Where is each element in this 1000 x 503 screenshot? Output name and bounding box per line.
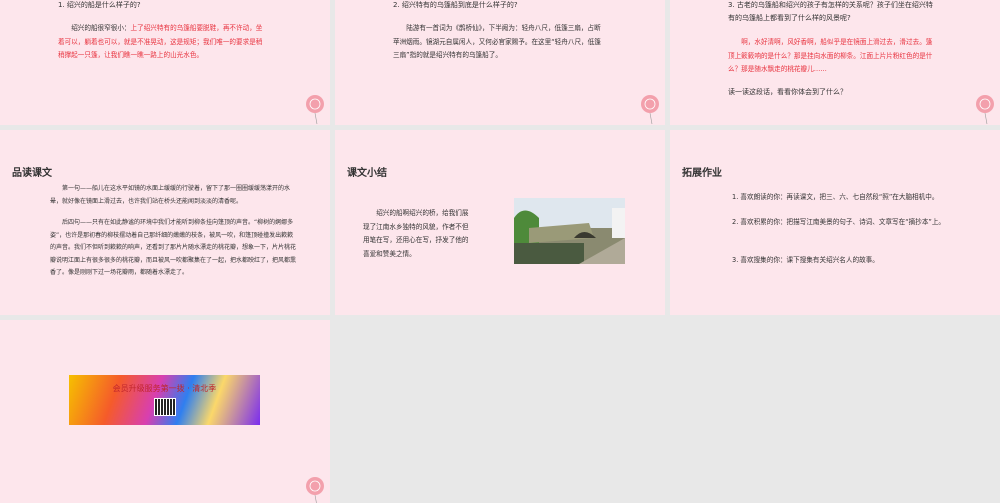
canal-bridge-photo <box>514 198 625 264</box>
slide-thumbnail-5[interactable]: 课文小结 绍兴的船啊绍兴的桥，给我们展现了江南水乡独特的风貌，作者不但用笔在写，… <box>335 130 665 315</box>
homework-item: 1. 喜欢朗读的你：再读课文，把三、六、七自然段“照”在大脑相机中。 <box>732 193 939 201</box>
slide-thumbnail-7[interactable]: 会员升级服务第一拨 · 清北季 <box>0 320 330 503</box>
slide-paragraph: 绍兴的船很窄很小：上了绍兴特有的乌篷船要脱鞋，再不许动，坐着可以，躺着也可以，就… <box>58 22 268 63</box>
balloon-icon <box>976 95 994 124</box>
banner-title: 会员升级服务第一拨 · 清北季 <box>112 384 217 393</box>
slide-thumbnail-6[interactable]: 拓展作业 1. 喜欢朗读的你：再读课文，把三、六、七自然段“照”在大脑相机中。 … <box>670 130 1000 315</box>
slide-thumbnail-2[interactable]: 2. 绍兴特有的乌篷船到底是什么样子的? 陆游有一首词为《鹊桥仙》，下半阙为：轻… <box>335 0 665 125</box>
slide-prompt: 读一读这段话，看看你体会到了什么？ <box>728 88 847 96</box>
balloon-icon <box>306 477 324 503</box>
slide-paragraph: 后四句——只有在如此静谧的环境中我们才能听到柳条挂向篷顶的声音。“柳树的婀娜多姿… <box>50 219 297 276</box>
slide-paragraph: 第一句——船儿在这水平如镜的水面上缓缓的行驶着，留下了那一圈圈缓缓荡漾开的水晕，… <box>50 185 291 205</box>
slide-paragraph: 陆游有一首词为《鹊桥仙》，下半阙为：轻舟八尺，低篷三扇，占断苹洲烟雨。镜湖元自属… <box>393 24 601 59</box>
promo-banner: 会员升级服务第一拨 · 清北季 <box>69 375 260 425</box>
slide-paragraph: 绍兴的船啊绍兴的桥，给我们展现了江南水乡独特的风貌，作者不但用笔在写，还用心在写… <box>363 209 469 258</box>
paragraph-lead: 绍兴的船很窄很小： <box>71 24 131 32</box>
slide-thumbnail-1[interactable]: 1. 绍兴的船是什么样子的? 绍兴的船很窄很小：上了绍兴特有的乌篷船要脱鞋，再不… <box>0 0 330 125</box>
slide-paragraph: 啊，水好清啊，风好香啊，船似乎是在镜面上滑过去，滑过去。篷顶上簌簌响的是什么？那… <box>728 38 933 73</box>
homework-item: 2. 喜欢积累的你：把描写江南美景的句子、诗词、文章写在“摘抄本”上。 <box>732 218 946 226</box>
slide-question: 2. 绍兴特有的乌篷船到底是什么样子的? <box>393 1 518 9</box>
slide-thumbnail-3[interactable]: 3. 古老的乌篷船和绍兴的孩子有怎样的关系呢？孩子们坐在绍兴特有的乌篷船上都看到… <box>670 0 1000 125</box>
slide-title: 课文小结 <box>347 168 387 179</box>
slide-thumbnail-4[interactable]: 品读课文 第一句——船儿在这水平如镜的水面上缓缓的行驶着，留下了那一圈圈缓缓荡漾… <box>0 130 330 315</box>
homework-item: 3. 喜欢搜集的你：课下搜集有关绍兴名人的故事。 <box>732 256 879 264</box>
balloon-icon <box>306 95 324 124</box>
slide-question: 1. 绍兴的船是什么样子的? <box>58 1 141 9</box>
slide-title: 拓展作业 <box>682 168 722 179</box>
qr-code-icon <box>153 398 176 416</box>
balloon-icon <box>641 95 659 124</box>
slide-title: 品读课文 <box>12 168 52 179</box>
slide-question: 3. 古老的乌篷船和绍兴的孩子有怎样的关系呢？孩子们坐在绍兴特有的乌篷船上都看到… <box>728 1 933 22</box>
